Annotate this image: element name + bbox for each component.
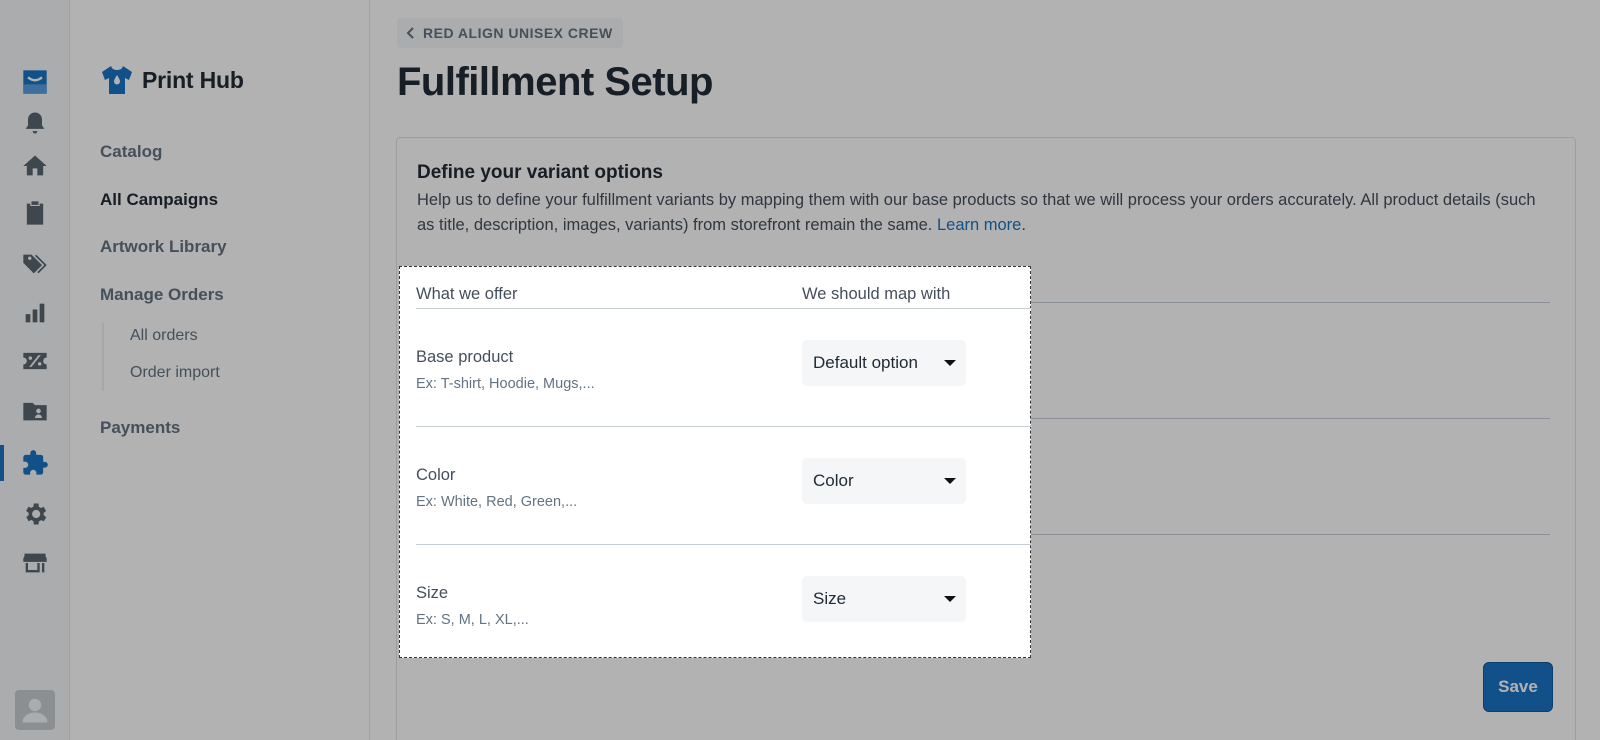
caret-down-icon [944,596,956,602]
row-color-hint: Ex: White, Red, Green,... [416,494,578,510]
row-size-hint: Ex: S, M, L, XL,... [416,612,529,628]
size-select-value: Size [813,589,847,608]
row-base-product-label: Base product [416,348,514,366]
row-size-label: Size [416,584,449,602]
row-base-product-hint: Ex: T-shirt, Hoodie, Mugs,... [416,376,595,392]
row-divider [416,544,1032,545]
color-select-value: Color [813,471,854,490]
column-header-offer: What we offer [416,285,518,303]
caret-down-icon [944,478,956,484]
color-select[interactable]: Color [802,458,966,504]
base-product-select-value: Default option [813,353,918,372]
row-divider [416,426,1032,427]
table-header-divider [416,308,1032,309]
column-header-map: We should map with [802,285,951,303]
row-color-label: Color [416,466,456,484]
caret-down-icon [944,360,956,366]
size-select[interactable]: Size [802,576,966,622]
base-product-select[interactable]: Default option [802,340,966,386]
variant-mapping-table: What we offer We should map with Base pr… [399,266,1032,658]
